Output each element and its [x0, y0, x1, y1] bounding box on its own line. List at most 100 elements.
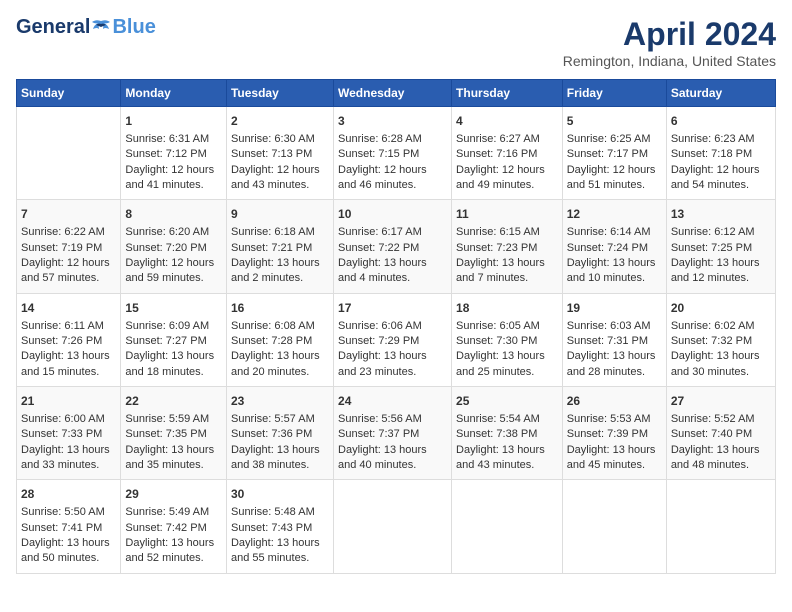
- calendar-cell: 29 Sunrise: 5:49 AM Sunset: 7:42 PM Dayl…: [121, 480, 227, 573]
- page-subtitle: Remington, Indiana, United States: [563, 53, 776, 69]
- calendar-table: Sunday Monday Tuesday Wednesday Thursday…: [16, 79, 776, 574]
- sunset-time: Sunset: 7:17 PM: [567, 148, 648, 160]
- sunrise-time: Sunrise: 5:54 AM: [456, 413, 540, 425]
- sunset-time: Sunset: 7:30 PM: [456, 335, 537, 347]
- daylight-hours: Daylight: 13 hours and 30 minutes.: [671, 350, 760, 377]
- daylight-hours: Daylight: 13 hours and 43 minutes.: [456, 444, 545, 471]
- sunset-time: Sunset: 7:40 PM: [671, 428, 752, 440]
- header-tuesday: Tuesday: [226, 80, 333, 107]
- sunrise-time: Sunrise: 5:56 AM: [338, 413, 422, 425]
- calendar-cell: 18 Sunrise: 6:05 AM Sunset: 7:30 PM Dayl…: [452, 293, 563, 386]
- sunrise-time: Sunrise: 5:53 AM: [567, 413, 651, 425]
- daylight-hours: Daylight: 12 hours and 59 minutes.: [125, 257, 214, 284]
- sunrise-time: Sunrise: 5:59 AM: [125, 413, 209, 425]
- sunrise-time: Sunrise: 6:00 AM: [21, 413, 105, 425]
- daylight-hours: Daylight: 13 hours and 20 minutes.: [231, 350, 320, 377]
- calendar-cell: 28 Sunrise: 5:50 AM Sunset: 7:41 PM Dayl…: [17, 480, 121, 573]
- sunset-time: Sunset: 7:15 PM: [338, 148, 419, 160]
- calendar-cell: 5 Sunrise: 6:25 AM Sunset: 7:17 PM Dayli…: [562, 107, 666, 200]
- sunrise-time: Sunrise: 6:15 AM: [456, 226, 540, 238]
- day-number: 24: [338, 393, 447, 410]
- calendar-cell: 21 Sunrise: 6:00 AM Sunset: 7:33 PM Dayl…: [17, 387, 121, 480]
- sunrise-time: Sunrise: 6:23 AM: [671, 133, 755, 145]
- day-number: 20: [671, 300, 771, 317]
- sunset-time: Sunset: 7:26 PM: [21, 335, 102, 347]
- calendar-cell: 15 Sunrise: 6:09 AM Sunset: 7:27 PM Dayl…: [121, 293, 227, 386]
- daylight-hours: Daylight: 13 hours and 33 minutes.: [21, 444, 110, 471]
- sunset-time: Sunset: 7:25 PM: [671, 242, 752, 254]
- day-number: 14: [21, 300, 116, 317]
- sunrise-time: Sunrise: 6:18 AM: [231, 226, 315, 238]
- daylight-hours: Daylight: 13 hours and 23 minutes.: [338, 350, 427, 377]
- calendar-cell: 2 Sunrise: 6:30 AM Sunset: 7:13 PM Dayli…: [226, 107, 333, 200]
- sunset-time: Sunset: 7:22 PM: [338, 242, 419, 254]
- sunrise-time: Sunrise: 6:05 AM: [456, 320, 540, 332]
- sunrise-time: Sunrise: 5:49 AM: [125, 506, 209, 518]
- calendar-cell: 30 Sunrise: 5:48 AM Sunset: 7:43 PM Dayl…: [226, 480, 333, 573]
- calendar-week-row: 1 Sunrise: 6:31 AM Sunset: 7:12 PM Dayli…: [17, 107, 776, 200]
- day-number: 26: [567, 393, 662, 410]
- daylight-hours: Daylight: 12 hours and 41 minutes.: [125, 164, 214, 191]
- day-number: 8: [125, 206, 222, 223]
- calendar-cell: 24 Sunrise: 5:56 AM Sunset: 7:37 PM Dayl…: [334, 387, 452, 480]
- sunset-time: Sunset: 7:21 PM: [231, 242, 312, 254]
- daylight-hours: Daylight: 13 hours and 45 minutes.: [567, 444, 656, 471]
- daylight-hours: Daylight: 12 hours and 49 minutes.: [456, 164, 545, 191]
- day-number: 1: [125, 113, 222, 130]
- day-number: 11: [456, 206, 558, 223]
- day-number: 10: [338, 206, 447, 223]
- calendar-cell: 8 Sunrise: 6:20 AM Sunset: 7:20 PM Dayli…: [121, 200, 227, 293]
- calendar-cell: 3 Sunrise: 6:28 AM Sunset: 7:15 PM Dayli…: [334, 107, 452, 200]
- sunrise-time: Sunrise: 6:08 AM: [231, 320, 315, 332]
- sunset-time: Sunset: 7:16 PM: [456, 148, 537, 160]
- daylight-hours: Daylight: 13 hours and 48 minutes.: [671, 444, 760, 471]
- calendar-cell: 20 Sunrise: 6:02 AM Sunset: 7:32 PM Dayl…: [666, 293, 775, 386]
- daylight-hours: Daylight: 13 hours and 40 minutes.: [338, 444, 427, 471]
- daylight-hours: Daylight: 13 hours and 25 minutes.: [456, 350, 545, 377]
- calendar-cell: 13 Sunrise: 6:12 AM Sunset: 7:25 PM Dayl…: [666, 200, 775, 293]
- sunset-time: Sunset: 7:18 PM: [671, 148, 752, 160]
- sunset-time: Sunset: 7:12 PM: [125, 148, 206, 160]
- logo-bird-icon: [90, 19, 112, 37]
- sunrise-time: Sunrise: 6:17 AM: [338, 226, 422, 238]
- calendar-week-row: 14 Sunrise: 6:11 AM Sunset: 7:26 PM Dayl…: [17, 293, 776, 386]
- sunset-time: Sunset: 7:37 PM: [338, 428, 419, 440]
- calendar-cell: 9 Sunrise: 6:18 AM Sunset: 7:21 PM Dayli…: [226, 200, 333, 293]
- day-number: 18: [456, 300, 558, 317]
- calendar-cell: 7 Sunrise: 6:22 AM Sunset: 7:19 PM Dayli…: [17, 200, 121, 293]
- sunrise-time: Sunrise: 5:48 AM: [231, 506, 315, 518]
- calendar-cell: 4 Sunrise: 6:27 AM Sunset: 7:16 PM Dayli…: [452, 107, 563, 200]
- calendar-cell: 11 Sunrise: 6:15 AM Sunset: 7:23 PM Dayl…: [452, 200, 563, 293]
- calendar-cell: 26 Sunrise: 5:53 AM Sunset: 7:39 PM Dayl…: [562, 387, 666, 480]
- calendar-cell: [334, 480, 452, 573]
- sunrise-time: Sunrise: 6:20 AM: [125, 226, 209, 238]
- calendar-cell: 23 Sunrise: 5:57 AM Sunset: 7:36 PM Dayl…: [226, 387, 333, 480]
- header-sunday: Sunday: [17, 80, 121, 107]
- day-number: 15: [125, 300, 222, 317]
- sunset-time: Sunset: 7:35 PM: [125, 428, 206, 440]
- calendar-week-row: 28 Sunrise: 5:50 AM Sunset: 7:41 PM Dayl…: [17, 480, 776, 573]
- logo-general-text: General: [16, 16, 90, 39]
- calendar-cell: 25 Sunrise: 5:54 AM Sunset: 7:38 PM Dayl…: [452, 387, 563, 480]
- header-friday: Friday: [562, 80, 666, 107]
- header-wednesday: Wednesday: [334, 80, 452, 107]
- day-number: 7: [21, 206, 116, 223]
- daylight-hours: Daylight: 12 hours and 57 minutes.: [21, 257, 110, 284]
- sunrise-time: Sunrise: 6:22 AM: [21, 226, 105, 238]
- sunset-time: Sunset: 7:41 PM: [21, 522, 102, 534]
- day-number: 6: [671, 113, 771, 130]
- header-monday: Monday: [121, 80, 227, 107]
- daylight-hours: Daylight: 13 hours and 52 minutes.: [125, 537, 214, 564]
- sunset-time: Sunset: 7:42 PM: [125, 522, 206, 534]
- day-number: 16: [231, 300, 329, 317]
- sunset-time: Sunset: 7:23 PM: [456, 242, 537, 254]
- sunrise-time: Sunrise: 6:30 AM: [231, 133, 315, 145]
- calendar-cell: 17 Sunrise: 6:06 AM Sunset: 7:29 PM Dayl…: [334, 293, 452, 386]
- daylight-hours: Daylight: 13 hours and 10 minutes.: [567, 257, 656, 284]
- sunset-time: Sunset: 7:32 PM: [671, 335, 752, 347]
- calendar-cell: 6 Sunrise: 6:23 AM Sunset: 7:18 PM Dayli…: [666, 107, 775, 200]
- day-number: 23: [231, 393, 329, 410]
- sunrise-time: Sunrise: 6:12 AM: [671, 226, 755, 238]
- day-number: 27: [671, 393, 771, 410]
- title-block: April 2024 Remington, Indiana, United St…: [563, 16, 776, 69]
